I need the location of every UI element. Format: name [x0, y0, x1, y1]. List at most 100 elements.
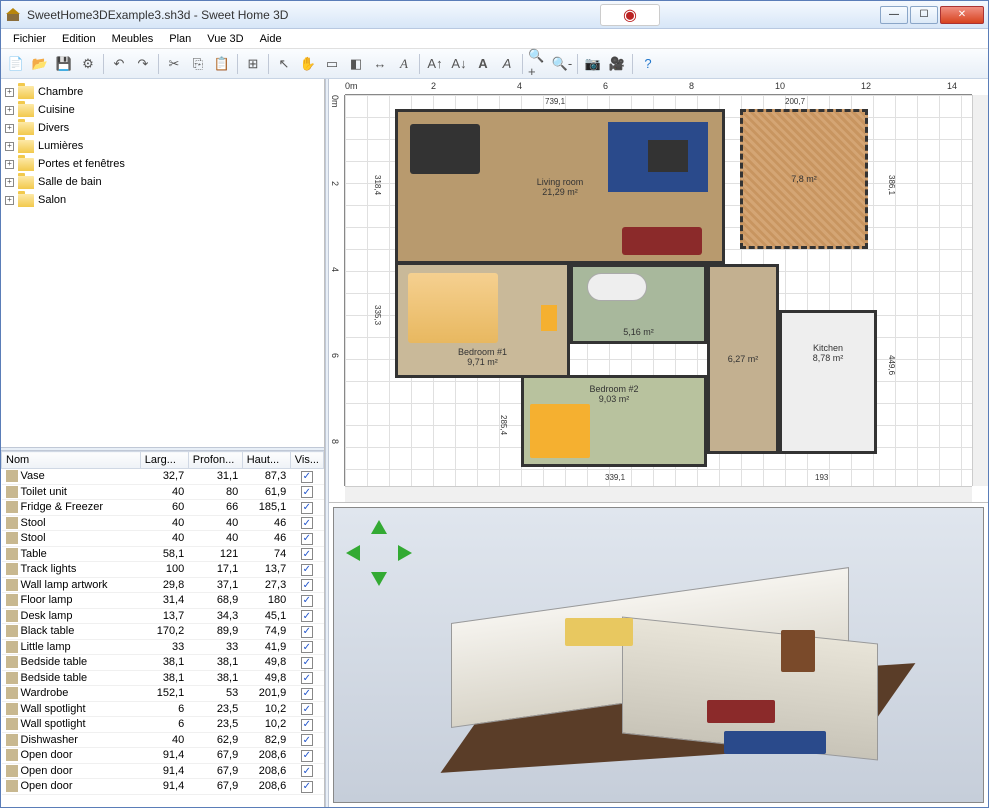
add-furniture-icon[interactable]: ⊞ — [242, 53, 264, 75]
preferences-icon[interactable]: ⚙ — [77, 53, 99, 75]
text-bigger-icon[interactable]: A↑ — [424, 53, 446, 75]
table-row[interactable]: Little lamp333341,9✓ — [2, 639, 324, 655]
table-row[interactable]: Dishwasher4062,982,9✓ — [2, 732, 324, 748]
furniture-bathtub[interactable] — [587, 273, 647, 301]
copy-icon[interactable]: ⎘ — [187, 53, 209, 75]
table-row[interactable]: Open door91,467,9208,6✓ — [2, 779, 324, 795]
visibility-checkbox[interactable]: ✓ — [301, 703, 313, 715]
expand-icon[interactable]: + — [5, 124, 14, 133]
visibility-checkbox[interactable]: ✓ — [301, 595, 313, 607]
expand-icon[interactable]: + — [5, 106, 14, 115]
table-row[interactable]: Vase32,731,187,3✓ — [2, 469, 324, 485]
nav-left-icon[interactable] — [346, 545, 360, 561]
menu-plan[interactable]: Plan — [161, 31, 199, 47]
catalog-category[interactable]: +Chambre — [5, 83, 320, 101]
catalog-category[interactable]: +Divers — [5, 119, 320, 137]
room-living[interactable]: Living room21,29 m² — [395, 109, 725, 264]
menu-aide[interactable]: Aide — [252, 31, 290, 47]
catalog-category[interactable]: +Salon — [5, 191, 320, 209]
visibility-checkbox[interactable]: ✓ — [301, 641, 313, 653]
visibility-checkbox[interactable]: ✓ — [301, 626, 313, 638]
table-row[interactable]: Fridge & Freezer6066185,1✓ — [2, 500, 324, 516]
table-row[interactable]: Track lights10017,113,7✓ — [2, 562, 324, 578]
table-row[interactable]: Wall spotlight623,510,2✓ — [2, 701, 324, 717]
visibility-checkbox[interactable]: ✓ — [301, 486, 313, 498]
catalog-category[interactable]: +Lumières — [5, 137, 320, 155]
select-tool-icon[interactable]: ↖ — [273, 53, 295, 75]
titlebar[interactable]: SweetHome3DExample3.sh3d - Sweet Home 3D… — [1, 1, 988, 29]
furniture-nightstand[interactable] — [541, 305, 557, 331]
table-row[interactable]: Floor lamp31,468,9180✓ — [2, 593, 324, 609]
catalog-category[interactable]: +Portes et fenêtres — [5, 155, 320, 173]
zoom-in-icon[interactable]: 🔍+ — [527, 53, 549, 75]
table-row[interactable]: Stool404046✓ — [2, 531, 324, 547]
visibility-checkbox[interactable]: ✓ — [301, 657, 313, 669]
visibility-checkbox[interactable]: ✓ — [301, 750, 313, 762]
text-bold-icon[interactable]: A — [472, 53, 494, 75]
furniture-sofa[interactable] — [622, 227, 702, 255]
visibility-checkbox[interactable]: ✓ — [301, 502, 313, 514]
furniture-bed2[interactable] — [530, 404, 590, 458]
paste-icon[interactable]: 📋 — [211, 53, 233, 75]
plan-grid[interactable]: Living room21,29 m² Bedroom #19,71 m² 5,… — [345, 95, 972, 486]
close-button[interactable]: ✕ — [940, 6, 984, 24]
minimize-button[interactable]: — — [880, 6, 908, 24]
open-file-icon[interactable]: 📂 — [29, 53, 51, 75]
col-depth[interactable]: Profon... — [188, 452, 242, 469]
visibility-checkbox[interactable]: ✓ — [301, 719, 313, 731]
menu-vue3d[interactable]: Vue 3D — [199, 31, 251, 47]
col-visible[interactable]: Vis... — [290, 452, 323, 469]
help-icon[interactable]: ? — [637, 53, 659, 75]
scrollbar-vertical[interactable] — [972, 95, 988, 486]
col-height[interactable]: Haut... — [242, 452, 290, 469]
expand-icon[interactable]: + — [5, 88, 14, 97]
table-row[interactable]: Open door91,467,9208,6✓ — [2, 763, 324, 779]
expand-icon[interactable]: + — [5, 196, 14, 205]
table-row[interactable]: Wardrobe152,153201,9✓ — [2, 686, 324, 702]
room-bedroom1[interactable]: Bedroom #19,71 m² — [395, 262, 570, 378]
table-row[interactable]: Bedside table38,138,149,8✓ — [2, 670, 324, 686]
furniture-table[interactable] — [410, 124, 480, 174]
visibility-checkbox[interactable]: ✓ — [301, 548, 313, 560]
menu-meubles[interactable]: Meubles — [104, 31, 162, 47]
furniture-bed[interactable] — [408, 273, 498, 343]
visibility-checkbox[interactable]: ✓ — [301, 471, 313, 483]
visibility-checkbox[interactable]: ✓ — [301, 672, 313, 684]
dimension-tool-icon[interactable]: ↔ — [369, 53, 391, 75]
col-width[interactable]: Larg... — [140, 452, 188, 469]
plan-view[interactable]: 0m2468101214 0m2468 Living room21,29 m² — [329, 79, 988, 503]
table-row[interactable]: Toilet unit408061,9✓ — [2, 484, 324, 500]
visibility-checkbox[interactable]: ✓ — [301, 765, 313, 777]
table-row[interactable]: Desk lamp13,734,345,1✓ — [2, 608, 324, 624]
nav-up-icon[interactable] — [371, 520, 387, 534]
text-italic-icon[interactable]: A — [496, 53, 518, 75]
catalog-category[interactable]: +Salle de bain — [5, 173, 320, 191]
visibility-checkbox[interactable]: ✓ — [301, 579, 313, 591]
furniture-catalog-tree[interactable]: +Chambre+Cuisine+Divers+Lumières+Portes … — [1, 79, 324, 447]
furniture-list-panel[interactable]: Nom Larg... Profon... Haut... Vis... Vas… — [1, 451, 324, 807]
zoom-out-icon[interactable]: 🔍- — [551, 53, 573, 75]
furniture-tv-unit[interactable] — [648, 140, 688, 172]
scrollbar-horizontal[interactable] — [345, 486, 972, 502]
text-smaller-icon[interactable]: A↓ — [448, 53, 470, 75]
visibility-checkbox[interactable]: ✓ — [301, 517, 313, 529]
expand-icon[interactable]: + — [5, 178, 14, 187]
room-bedroom2[interactable]: Bedroom #29,03 m² — [521, 375, 707, 467]
catalog-category[interactable]: +Cuisine — [5, 101, 320, 119]
expand-icon[interactable]: + — [5, 160, 14, 169]
table-row[interactable]: Bedside table38,138,149,8✓ — [2, 655, 324, 671]
room-kitchen[interactable]: Kitchen8,78 m² — [779, 310, 877, 454]
save-file-icon[interactable]: 💾 — [53, 53, 75, 75]
view-3d[interactable] — [333, 507, 984, 803]
table-row[interactable]: Wall spotlight623,510,2✓ — [2, 717, 324, 733]
table-row[interactable]: Wall lamp artwork29,837,127,3✓ — [2, 577, 324, 593]
menu-fichier[interactable]: Fichier — [5, 31, 54, 47]
redo-icon[interactable]: ↷ — [132, 53, 154, 75]
table-row[interactable]: Stool404046✓ — [2, 515, 324, 531]
visibility-checkbox[interactable]: ✓ — [301, 734, 313, 746]
table-row[interactable]: Black table170,289,974,9✓ — [2, 624, 324, 640]
visibility-checkbox[interactable]: ✓ — [301, 781, 313, 793]
text-tool-icon[interactable]: A — [393, 53, 415, 75]
visibility-checkbox[interactable]: ✓ — [301, 533, 313, 545]
wall-tool-icon[interactable]: ▭ — [321, 53, 343, 75]
